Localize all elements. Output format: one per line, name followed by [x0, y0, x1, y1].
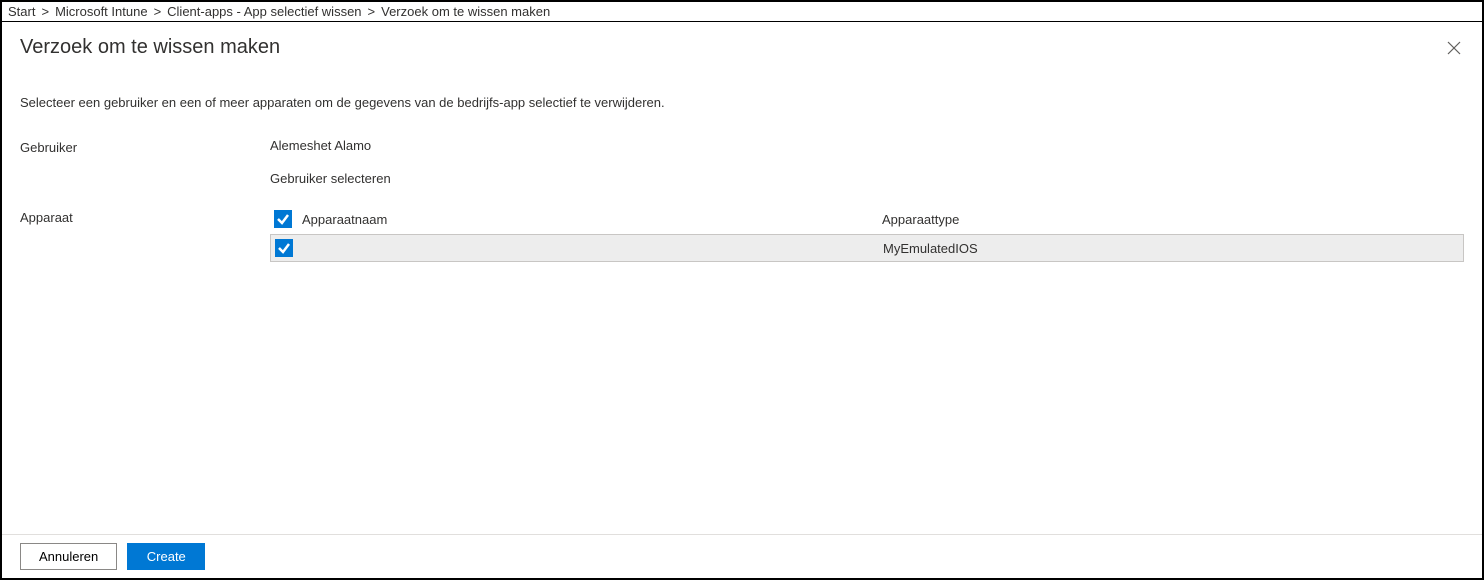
instruction-text: Selecteer een gebruiker en een of meer a…: [20, 95, 1464, 110]
user-label: Gebruiker: [20, 138, 270, 155]
check-icon: [277, 241, 291, 255]
row-checkbox[interactable]: [275, 239, 293, 257]
close-button[interactable]: [1444, 38, 1464, 58]
cancel-button[interactable]: Annuleren: [20, 543, 117, 570]
breadcrumb-separator: >: [41, 4, 49, 19]
breadcrumb-item-current: Verzoek om te wissen maken: [381, 4, 550, 19]
column-header-type[interactable]: Apparaattype: [882, 212, 1464, 227]
device-table-header: Apparaatnaam Apparaattype: [270, 208, 1464, 234]
footer-bar: Annuleren Create: [2, 534, 1482, 578]
selected-user-name: Alemeshet Alamo: [270, 138, 1464, 153]
check-icon: [276, 212, 290, 226]
device-table-row[interactable]: MyEmulatedIOS: [270, 234, 1464, 262]
breadcrumb-separator: >: [368, 4, 376, 19]
page-title: Verzoek om te wissen maken: [20, 36, 280, 59]
create-button[interactable]: Create: [127, 543, 205, 570]
select-all-checkbox[interactable]: [274, 210, 292, 228]
breadcrumb: Start > Microsoft Intune > Client-apps -…: [2, 2, 1482, 22]
close-icon: [1447, 41, 1461, 55]
breadcrumb-item[interactable]: Start: [8, 4, 35, 19]
breadcrumb-item[interactable]: Client-apps - App selectief wissen: [167, 4, 361, 19]
column-header-name[interactable]: Apparaatnaam: [302, 212, 882, 227]
select-user-link[interactable]: Gebruiker selecteren: [270, 171, 1464, 186]
breadcrumb-item[interactable]: Microsoft Intune: [55, 4, 148, 19]
breadcrumb-separator: >: [154, 4, 162, 19]
device-label: Apparaat: [20, 208, 270, 225]
device-type-cell: MyEmulatedIOS: [883, 241, 1459, 256]
